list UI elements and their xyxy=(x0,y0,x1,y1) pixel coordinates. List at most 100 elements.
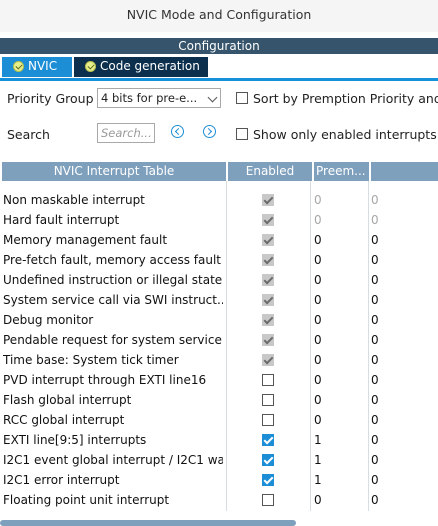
interrupt-name: Debug monitor xyxy=(3,313,94,327)
priority-group-value: 4 bits for pre-e... xyxy=(101,91,198,105)
sub-priority-value[interactable]: 0 xyxy=(371,190,379,210)
sub-priority-value[interactable]: 0 xyxy=(371,230,379,250)
sub-priority-value[interactable]: 0 xyxy=(371,270,379,290)
table-row[interactable]: EXTI line[9:5] interrupts 1 0 xyxy=(0,430,438,450)
tab-bar: NVIC Code generation xyxy=(0,54,438,81)
preemption-priority-value[interactable]: 0 xyxy=(314,410,322,430)
window-title: NVIC Mode and Configuration xyxy=(0,0,438,32)
sub-priority-value[interactable]: 0 xyxy=(371,410,379,430)
column-divider xyxy=(369,162,371,181)
chevron-down-icon xyxy=(207,92,218,103)
enabled-checkbox[interactable] xyxy=(262,414,274,426)
sub-priority-value[interactable]: 0 xyxy=(371,250,379,270)
tab-nvic-label: NVIC xyxy=(28,59,58,73)
preemption-priority-value[interactable]: 1 xyxy=(314,430,322,450)
enabled-checkbox xyxy=(262,254,274,266)
sub-priority-value[interactable]: 0 xyxy=(371,390,379,410)
sub-priority-value[interactable]: 0 xyxy=(371,210,379,230)
preemption-priority-value[interactable]: 0 xyxy=(314,270,322,290)
search-placeholder: Search... xyxy=(101,126,152,140)
check-circle-icon xyxy=(85,61,96,72)
column-header-name[interactable]: NVIC Interrupt Table xyxy=(2,162,226,181)
preemption-priority-value[interactable]: 0 xyxy=(314,250,322,270)
enabled-checkbox xyxy=(262,194,274,206)
tab-nvic[interactable]: NVIC xyxy=(2,57,72,77)
configuration-bar: Configuration xyxy=(0,38,438,54)
table-row[interactable]: Non maskable interrupt 0 0 xyxy=(0,190,438,210)
preemption-priority-value[interactable]: 0 xyxy=(314,210,322,230)
search-previous-icon[interactable] xyxy=(171,125,184,138)
interrupt-name: Floating point unit interrupt xyxy=(3,493,170,507)
sub-priority-value[interactable]: 0 xyxy=(371,290,379,310)
interrupt-name: RCC global interrupt xyxy=(3,413,125,427)
preemption-priority-value[interactable]: 0 xyxy=(314,390,322,410)
table-header: NVIC Interrupt Table Enabled Preem... xyxy=(2,162,438,181)
column-header-preemption[interactable]: Preem... xyxy=(314,162,372,181)
preemption-priority-value[interactable]: 0 xyxy=(314,310,322,330)
preemption-priority-value[interactable]: 0 xyxy=(314,490,322,510)
preemption-priority-value[interactable]: 0 xyxy=(314,350,322,370)
interrupt-name: PVD interrupt through EXTI line16 xyxy=(3,373,207,387)
enabled-checkbox[interactable] xyxy=(262,474,274,486)
show-enabled-label: Show only enabled interrupts xyxy=(253,127,437,142)
priority-group-select[interactable]: 4 bits for pre-e... xyxy=(97,88,221,108)
interrupt-name: Time base: System tick timer xyxy=(3,353,179,367)
table-row[interactable]: PVD interrupt through EXTI line16 0 0 xyxy=(0,370,438,390)
table-row[interactable]: Flash global interrupt 0 0 xyxy=(0,390,438,410)
check-circle-icon xyxy=(13,61,24,72)
table-row[interactable]: I2C1 event global interrupt / I2C1 wa...… xyxy=(0,450,438,470)
table-row[interactable]: Undefined instruction or illegal state 0 0 xyxy=(0,270,438,290)
enabled-checkbox[interactable] xyxy=(262,434,274,446)
interrupt-name: Pre-fetch fault, memory access fault xyxy=(3,253,222,267)
interrupt-name: I2C1 event global interrupt / I2C1 wa... xyxy=(3,453,223,467)
table-row[interactable]: RCC global interrupt 0 0 xyxy=(0,410,438,430)
preemption-priority-value[interactable]: 1 xyxy=(314,450,322,470)
table-row[interactable]: System service call via SWI instruct... 0… xyxy=(0,290,438,310)
sub-priority-value[interactable]: 0 xyxy=(371,430,379,450)
preemption-priority-value[interactable]: 0 xyxy=(314,230,322,250)
sub-priority-value[interactable]: 0 xyxy=(371,370,379,390)
preemption-priority-value[interactable]: 0 xyxy=(314,330,322,350)
table-row[interactable]: Debug monitor 0 0 xyxy=(0,310,438,330)
interrupt-name: Undefined instruction or illegal state xyxy=(3,273,223,287)
interrupt-name: System service call via SWI instruct... xyxy=(3,293,223,307)
interrupt-name: I2C1 error interrupt xyxy=(3,473,120,487)
interrupt-name: Non maskable interrupt xyxy=(3,193,145,207)
sub-priority-value[interactable]: 0 xyxy=(371,470,379,490)
priority-group-label: Priority Group xyxy=(7,91,94,106)
enabled-checkbox[interactable] xyxy=(262,454,274,466)
enabled-checkbox[interactable] xyxy=(262,374,274,386)
sub-priority-value[interactable]: 0 xyxy=(371,350,379,370)
enabled-checkbox xyxy=(262,294,274,306)
column-header-enabled[interactable]: Enabled xyxy=(228,162,312,181)
table-row[interactable]: Pre-fetch fault, memory access fault 0 0 xyxy=(0,250,438,270)
tab-code-generation[interactable]: Code generation xyxy=(74,57,208,77)
interrupt-name: Hard fault interrupt xyxy=(3,213,120,227)
sub-priority-value[interactable]: 0 xyxy=(371,310,379,330)
enabled-checkbox[interactable] xyxy=(262,494,274,506)
sort-label: Sort by Premption Priority and S xyxy=(253,91,438,106)
table-row[interactable]: Time base: System tick timer 0 0 xyxy=(0,350,438,370)
enabled-checkbox xyxy=(262,274,274,286)
sort-checkbox[interactable] xyxy=(236,92,248,104)
search-next-icon[interactable] xyxy=(203,125,216,138)
sub-priority-value[interactable]: 0 xyxy=(371,490,379,510)
table-row[interactable]: I2C1 error interrupt 1 0 xyxy=(0,470,438,490)
preemption-priority-value[interactable]: 0 xyxy=(314,290,322,310)
interrupt-name: Pendable request for system service xyxy=(3,333,222,347)
table-row[interactable]: Pendable request for system service 0 0 xyxy=(0,330,438,350)
search-input[interactable]: Search... xyxy=(97,123,155,143)
table-row[interactable]: Memory management fault 0 0 xyxy=(0,230,438,250)
sub-priority-value[interactable]: 0 xyxy=(371,330,379,350)
table-row[interactable]: Hard fault interrupt 0 0 xyxy=(0,210,438,230)
preemption-priority-value[interactable]: 0 xyxy=(314,370,322,390)
sub-priority-value[interactable]: 0 xyxy=(371,450,379,470)
table-row[interactable]: Floating point unit interrupt 0 0 xyxy=(0,490,438,510)
search-label: Search xyxy=(7,127,50,142)
preemption-priority-value[interactable]: 1 xyxy=(314,470,322,490)
preemption-priority-value[interactable]: 0 xyxy=(314,190,322,210)
show-enabled-checkbox[interactable] xyxy=(236,128,248,140)
horizontal-scrollbar[interactable] xyxy=(0,520,296,526)
interrupt-name: Memory management fault xyxy=(3,233,168,247)
enabled-checkbox[interactable] xyxy=(262,394,274,406)
